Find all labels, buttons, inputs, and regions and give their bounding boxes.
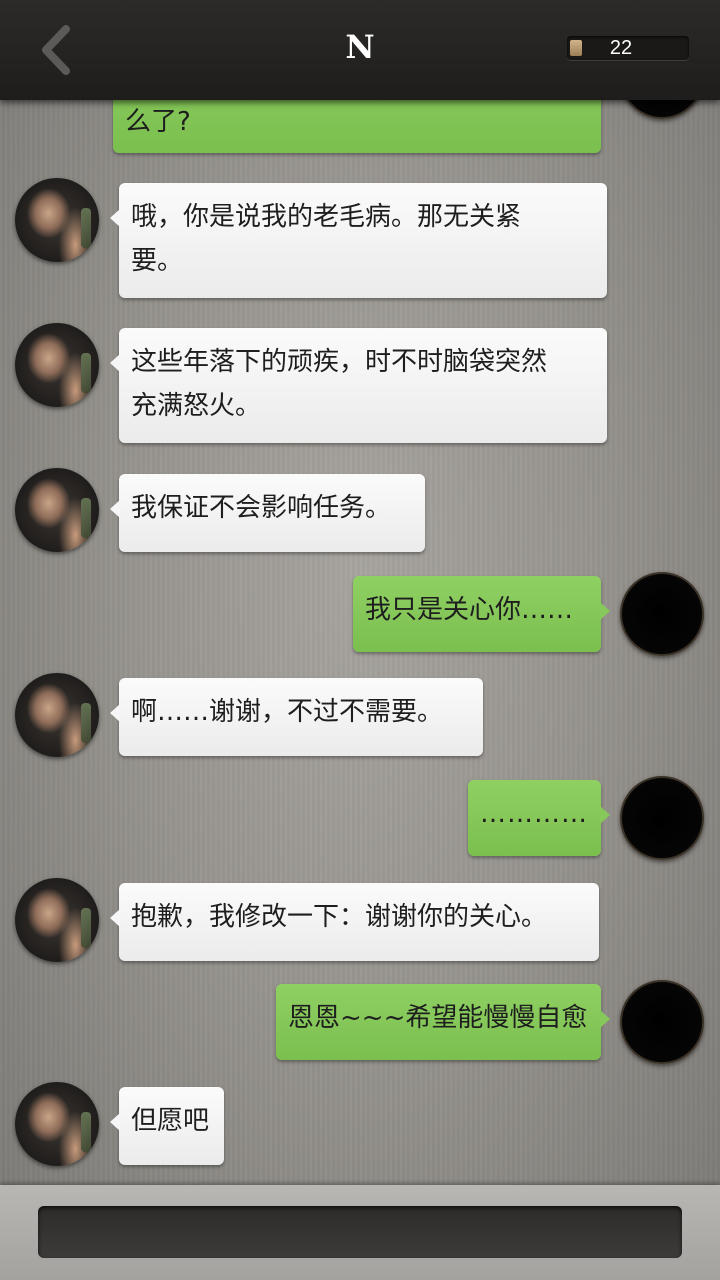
- contact-avatar[interactable]: [15, 178, 99, 262]
- contact-message-bubble: 这些年落下的顽疾，时不时脑袋突然 充满怒火。: [110, 328, 607, 443]
- message-input[interactable]: [38, 1206, 682, 1258]
- message-row: 这些年落下的顽疾，时不时脑袋突然 充满怒火。: [0, 323, 720, 443]
- contact-avatar[interactable]: [15, 673, 99, 757]
- message-row: 我保证不会影响任务。: [0, 468, 720, 558]
- message-row: 但愿吧: [0, 1082, 720, 1172]
- message-row: 抱歉，我修改一下：谢谢你的关心。: [0, 878, 720, 968]
- counter-value: 22: [609, 37, 633, 59]
- contact-avatar[interactable]: [15, 1082, 99, 1166]
- my-avatar[interactable]: [620, 980, 704, 1064]
- my-avatar[interactable]: [620, 572, 704, 656]
- message-row: 我只是关心你……: [0, 572, 720, 662]
- my-avatar[interactable]: [620, 100, 704, 119]
- contact-message-bubble: 我保证不会影响任务。: [110, 474, 425, 552]
- contact-message-bubble: 但愿吧: [110, 1087, 224, 1165]
- top-bar: N 22: [0, 0, 720, 100]
- contact-avatar[interactable]: [15, 878, 99, 962]
- message-row: 恩恩~~~希望能慢慢自愈: [0, 980, 720, 1070]
- contact-message-bubble: 抱歉，我修改一下：谢谢你的关心。: [110, 883, 599, 961]
- my-message-bubble: …………: [468, 780, 610, 856]
- message-row: 哦，你是说我的老毛病。那无关紧 要。: [0, 178, 720, 298]
- contact-avatar[interactable]: [15, 468, 99, 552]
- my-message-bubble: 么了?: [113, 100, 601, 153]
- my-message-bubble: 我只是关心你……: [353, 576, 610, 652]
- message-list[interactable]: 么了? 哦，你是说我的老毛病。那无关紧 要。 这些年落下的顽疾，时不时脑袋突然 …: [0, 100, 720, 1185]
- message-row: 么了?: [0, 100, 720, 160]
- my-message-bubble: 恩恩~~~希望能慢慢自愈: [276, 984, 610, 1060]
- contact-message-bubble: 啊……谢谢，不过不需要。: [110, 678, 483, 756]
- contact-avatar[interactable]: [15, 323, 99, 407]
- message-row: 啊……谢谢，不过不需要。: [0, 673, 720, 763]
- message-row: …………: [0, 776, 720, 866]
- contact-message-bubble: 哦，你是说我的老毛病。那无关紧 要。: [110, 183, 607, 298]
- counter-badge: 22: [567, 36, 689, 60]
- my-avatar[interactable]: [620, 776, 704, 860]
- bottom-bar: [0, 1185, 720, 1280]
